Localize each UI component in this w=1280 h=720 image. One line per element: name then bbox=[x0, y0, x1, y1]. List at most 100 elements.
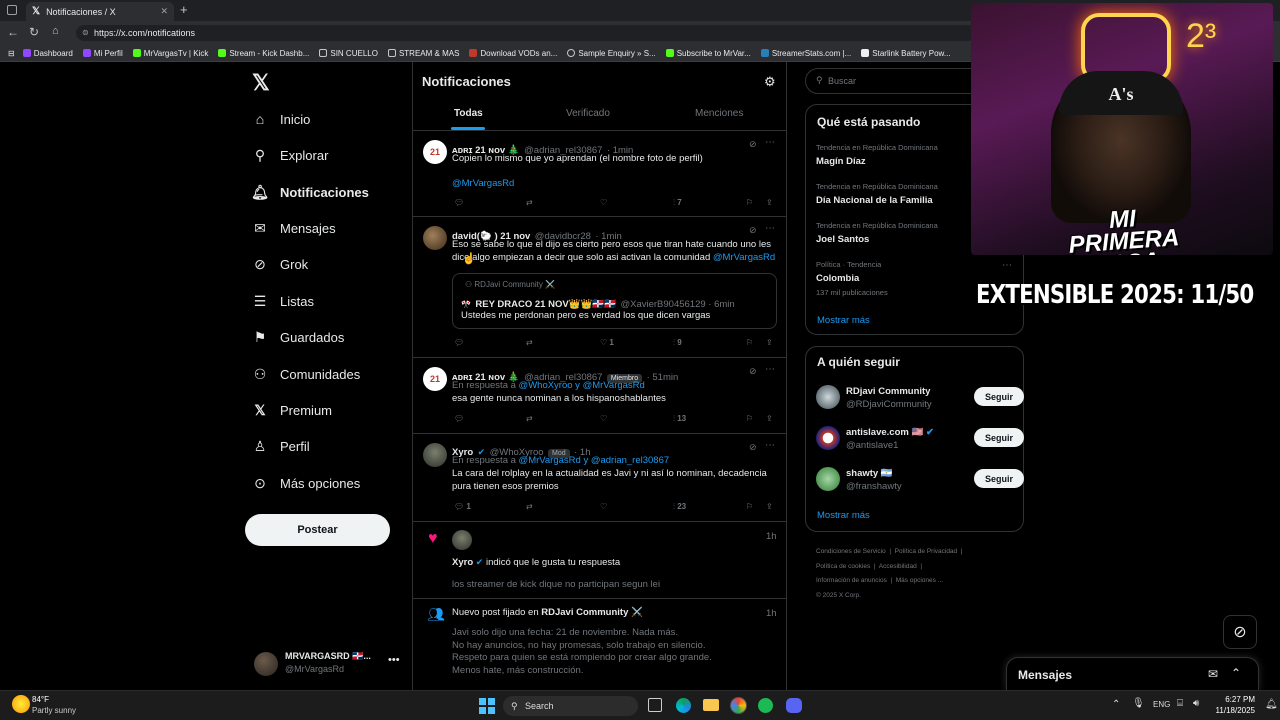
show-more-link[interactable]: Mostrar más bbox=[817, 510, 870, 521]
list-item[interactable]: 21 ᴀᴅʀɪ 21 ɴᴏᴠ 🎄 @adrian_rel30867 Miembr… bbox=[412, 358, 787, 434]
reply-icon[interactable]: 💬︎ bbox=[454, 414, 464, 423]
community-name[interactable]: RDJavi Community ⚔️ bbox=[541, 607, 643, 618]
bookmark-icon[interactable]: ⚐ bbox=[746, 414, 753, 423]
windows-start-icon[interactable] bbox=[479, 698, 495, 714]
apps-icon[interactable]: ⊟ bbox=[8, 49, 15, 58]
volume-icon[interactable]: 🔊︎ bbox=[1193, 698, 1199, 709]
like-notification[interactable]: ♥ 1h Xyro ✔ indicó que le gusta tu respu… bbox=[412, 522, 787, 599]
like-icon[interactable]: ♡ bbox=[600, 198, 607, 207]
list-item[interactable]: 21 ᴀᴅʀɪ 21 ɴᴏᴠ 🎄 @adrian_rel30867 · 1min… bbox=[412, 131, 787, 217]
nav-mas-opciones[interactable]: ⊙ Más opciones bbox=[252, 471, 360, 495]
nav-mensajes[interactable]: ✉ Mensajes bbox=[252, 216, 336, 240]
close-tab-icon[interactable]: ✕ bbox=[160, 6, 168, 17]
follow-button[interactable]: Seguir bbox=[974, 387, 1024, 406]
microphone-icon[interactable]: 🎙︎ bbox=[1132, 698, 1145, 709]
bookmark-stream-mas[interactable]: STREAM & MAS bbox=[387, 49, 459, 58]
bookmark-icon[interactable]: ⚐ bbox=[746, 502, 753, 511]
new-tab-icon[interactable]: + bbox=[180, 2, 188, 17]
reload-icon[interactable]: ↻ bbox=[29, 25, 39, 39]
reply-icon[interactable]: 💬︎ bbox=[454, 198, 464, 207]
like-icon[interactable]: ♡ bbox=[600, 414, 607, 423]
nav-perfil[interactable]: ♙ Perfil bbox=[252, 434, 310, 458]
spotify-icon[interactable] bbox=[758, 698, 773, 713]
share-icon[interactable]: ⇪ bbox=[766, 414, 773, 423]
grok-icon[interactable]: ⊘ bbox=[749, 139, 757, 150]
nav-notificaciones[interactable]: 🔔︎ Notificaciones bbox=[251, 180, 369, 204]
grok-icon[interactable]: ⊘ bbox=[749, 442, 757, 453]
show-more-link[interactable]: Mostrar más bbox=[817, 315, 870, 326]
bookmark-sample-enquiry[interactable]: Sample Enquiry » S... bbox=[567, 49, 656, 58]
site-info-icon[interactable]: ⊜ bbox=[82, 25, 89, 41]
list-item[interactable]: david(🐑 ) 21 nov @davidbcr28 · 1min ⊘ ⋯ … bbox=[412, 217, 787, 358]
more-icon[interactable]: ⋯ bbox=[1002, 260, 1012, 271]
settings-gear-icon[interactable]: ⚙ bbox=[764, 74, 776, 90]
footer-link[interactable]: Política de Privacidad bbox=[895, 548, 958, 555]
follow-button[interactable]: Seguir bbox=[974, 428, 1024, 447]
bookmark-icon[interactable]: ⚐ bbox=[746, 338, 753, 347]
mention-link[interactable]: @MrVargasRd bbox=[452, 178, 514, 191]
x-logo-icon[interactable]: 𝕏 bbox=[252, 70, 270, 96]
views-icon[interactable]: ⫶ 9 bbox=[673, 338, 682, 348]
url-bar[interactable]: ⊜ https://x.com/notifications bbox=[76, 25, 976, 41]
nav-listas[interactable]: ☰ Listas bbox=[252, 289, 314, 313]
footer-link[interactable]: Información de anuncios bbox=[816, 577, 887, 584]
tab-actions-icon[interactable] bbox=[7, 5, 17, 15]
bookmark-starlink[interactable]: Starlink Battery Pow... bbox=[861, 49, 951, 58]
footer-link[interactable]: Condiciones de Servicio bbox=[816, 548, 886, 555]
bookmark-kick[interactable]: MrVargasTv | Kick bbox=[132, 49, 208, 58]
follow-suggestion[interactable]: shawty 🇦🇷 @franshawty Seguir bbox=[816, 467, 1024, 493]
footer-link[interactable]: Más opciones ... bbox=[896, 577, 943, 584]
nav-comunidades[interactable]: ⚇ Comunidades bbox=[252, 362, 361, 386]
reply-icon[interactable]: 💬︎ bbox=[454, 338, 464, 347]
views-icon[interactable]: ⫶ 23 bbox=[673, 502, 686, 512]
notification-bell-icon[interactable]: 🔔︎ bbox=[1265, 699, 1278, 710]
expand-icon[interactable]: ⌃ bbox=[1231, 666, 1241, 680]
bookmark-sin-cuello[interactable]: SIN CUELLO bbox=[319, 49, 378, 58]
author-name[interactable]: Xyro bbox=[452, 557, 473, 568]
weather-desc[interactable]: Partly sunny bbox=[32, 706, 76, 715]
grok-icon[interactable]: ⊘ bbox=[749, 225, 757, 236]
list-item[interactable]: Xyro ✔ @WhoXyroo Mod · 1h ⊘ ⋯ En respues… bbox=[412, 434, 787, 522]
trend-item[interactable]: Tendencia en República Dominicana Día Na… bbox=[816, 182, 976, 210]
new-message-icon[interactable]: ✉ bbox=[1208, 667, 1218, 681]
post-time[interactable]: · 51min bbox=[647, 372, 679, 383]
nav-guardados[interactable]: ⚑ Guardados bbox=[252, 325, 345, 349]
nav-explorar[interactable]: ⚲ Explorar bbox=[252, 143, 329, 167]
messages-drawer[interactable]: Mensajes ✉ ⌃ bbox=[1006, 657, 1259, 691]
bookmark-download-vods[interactable]: Download VODs an... bbox=[469, 49, 557, 58]
follow-suggestion[interactable]: RDjavi Community @RDjaviCommunity Seguir bbox=[816, 385, 1024, 411]
file-explorer-icon[interactable] bbox=[703, 699, 719, 711]
clock-date[interactable]: 11/18/2025 bbox=[1209, 706, 1255, 715]
reply-icon[interactable]: 💬︎ 1 bbox=[454, 502, 471, 511]
footer-link[interactable]: Accesibilidad bbox=[879, 563, 917, 570]
discord-icon[interactable] bbox=[786, 698, 802, 713]
like-icon[interactable]: ♡ bbox=[600, 502, 607, 511]
repost-icon[interactable]: ⇄ bbox=[526, 338, 533, 347]
clock-time[interactable]: 6:27 PM bbox=[1213, 695, 1255, 704]
follow-button[interactable]: Seguir bbox=[974, 469, 1024, 488]
repost-icon[interactable]: ⇄ bbox=[526, 414, 533, 423]
language-indicator[interactable]: ENG bbox=[1153, 700, 1170, 709]
tab-menciones[interactable]: Menciones bbox=[695, 108, 743, 119]
bookmark-mi-perfil[interactable]: Mi Perfil bbox=[82, 49, 123, 58]
chrome-icon[interactable] bbox=[730, 697, 747, 714]
share-icon[interactable]: ⇪ bbox=[766, 502, 773, 511]
share-icon[interactable]: ⇪ bbox=[766, 338, 773, 347]
bookmark-kick-dashboard[interactable]: Stream - Kick Dashb... bbox=[218, 49, 309, 58]
home-icon[interactable]: ⌂ bbox=[52, 25, 59, 37]
avatar[interactable] bbox=[452, 530, 472, 550]
repost-icon[interactable]: ⇄ bbox=[526, 502, 533, 511]
bookmark-dashboard[interactable]: Dashboard bbox=[22, 49, 73, 58]
footer-link[interactable]: Política de cookies bbox=[816, 563, 870, 570]
post-button[interactable]: Postear bbox=[245, 514, 390, 546]
account-switcher[interactable]: MRVARGASRD 🇩🇴... @MrVargasRd ••• bbox=[254, 651, 404, 677]
reply-users[interactable]: @MrVargasRd y @adrian_rel30867 bbox=[519, 455, 670, 466]
taskbar-search[interactable]: ⚲ Search bbox=[503, 696, 638, 716]
task-view-icon[interactable] bbox=[648, 698, 662, 712]
nav-grok[interactable]: ⊘ Grok bbox=[252, 252, 308, 276]
back-icon[interactable]: ← bbox=[7, 25, 19, 39]
share-icon[interactable]: ⇪ bbox=[766, 198, 773, 207]
tab-verificado[interactable]: Verificado bbox=[566, 108, 610, 119]
chevron-up-icon[interactable]: ⌃ bbox=[1112, 699, 1120, 710]
reply-users[interactable]: @WhoXyroo y @MrVargasRd bbox=[519, 380, 645, 391]
